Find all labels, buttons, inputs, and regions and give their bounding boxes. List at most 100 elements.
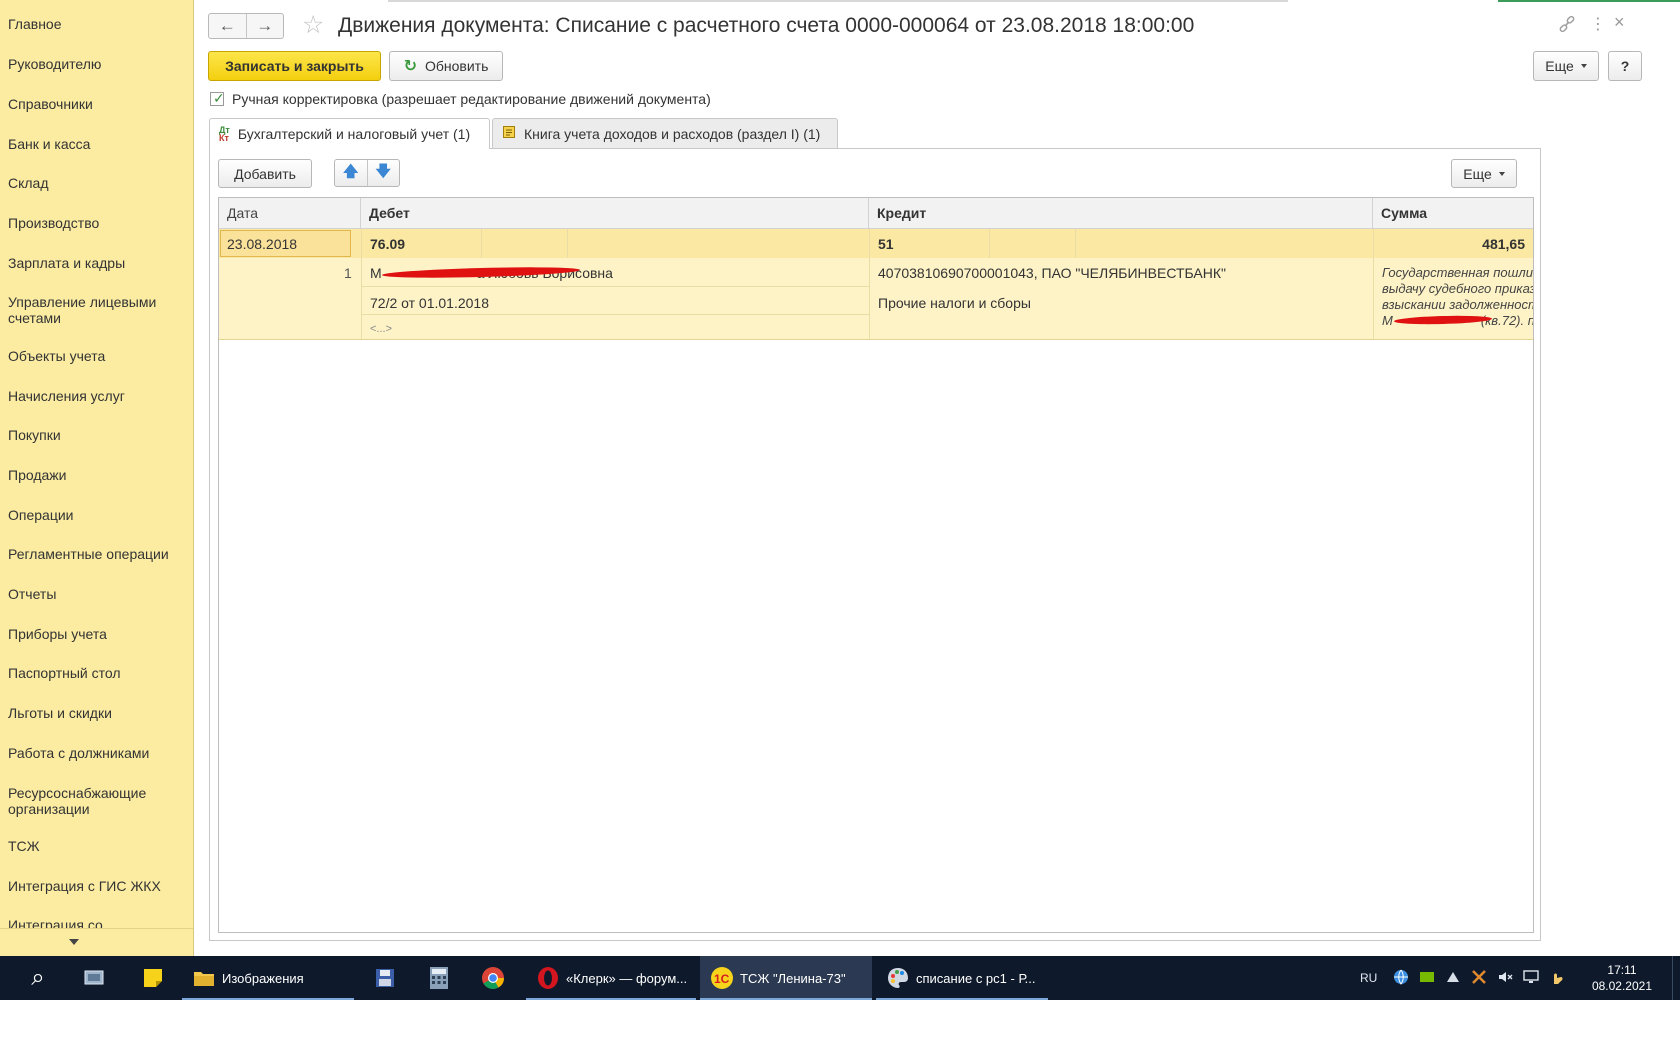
tab-accounting-tax-label: Бухгалтерский и налоговый учет (1) <box>237 126 471 142</box>
taskbar-item-label: Изображения <box>222 970 304 986</box>
debit-account[interactable]: 76.09 <box>370 236 405 252</box>
sidebar-item-sales[interactable]: Продажи <box>8 467 190 483</box>
sidebar-item-warehouse[interactable]: Склад <box>8 175 190 191</box>
sidebar-item-accounting-objects[interactable]: Объекты учета <box>8 348 190 364</box>
tab-accounting-tax[interactable]: Дт Кт Бухгалтерский и налоговый учет (1) <box>209 118 490 149</box>
credit-subconto-cash-flow[interactable]: Прочие налоги и сборы <box>878 295 1031 311</box>
more-vertical-icon[interactable]: ⋮ <box>1590 14 1606 34</box>
row-sum[interactable]: 481,65 <box>1482 236 1525 252</box>
line-number: 1 <box>344 265 352 281</box>
debit-subconto-counterparty-start: М <box>370 265 382 281</box>
show-desktop-button[interactable] <box>1672 956 1680 1000</box>
network-globe-icon[interactable] <box>1393 969 1409 988</box>
sidebar-item-references[interactable]: Справочники <box>8 96 190 112</box>
move-up-icon[interactable]: 🡅 <box>335 160 367 186</box>
window-tabs-strip <box>388 0 1680 5</box>
column-header-sum[interactable]: Сумма <box>1373 198 1533 229</box>
favorite-star-icon[interactable]: ☆ <box>302 11 324 39</box>
back-arrow-icon[interactable]: ← <box>209 14 246 38</box>
dropdown-arrow-icon <box>1498 171 1505 176</box>
debit-subconto-contract[interactable]: 72/2 от 01.01.2018 <box>370 295 489 311</box>
clock-time: 17:11 <box>1607 963 1637 977</box>
sidebar-item-debtors[interactable]: Работа с должниками <box>8 745 190 761</box>
taskbar-explorer-images[interactable]: Изображения <box>182 956 354 1000</box>
sidebar-item-bank-cash[interactable]: Банк и касса <box>8 136 190 152</box>
move-down-icon[interactable]: 🡇 <box>366 160 400 186</box>
panel-more-label: Еще <box>1463 165 1492 182</box>
paint-palette-icon <box>886 966 910 990</box>
sidebar-scroll-down[interactable] <box>0 928 193 956</box>
svg-text:1С: 1С <box>714 972 730 986</box>
sidebar-item-service-charges[interactable]: Начисления услуг <box>8 388 190 404</box>
content-line-2: выдачу судебного приказа о <box>1382 281 1533 296</box>
clock-date: 08.02.2021 <box>1591 979 1652 993</box>
more-actions-button[interactable]: Еще <box>1533 51 1599 81</box>
sidebar-item-gis-integration[interactable]: Интеграция с ГИС ЖКХ <box>8 878 190 894</box>
taskbar-opera-klerk[interactable]: «Клерк» — форум... <box>526 956 696 1000</box>
sidebar-item-meters[interactable]: Приборы учета <box>8 626 190 642</box>
link-icon[interactable] <box>1558 15 1576 38</box>
screen-margin <box>0 1000 1680 1050</box>
clock[interactable]: 17:11 08.02.2021 <box>1592 962 1652 994</box>
sidebar-item-benefits[interactable]: Льготы и скидки <box>8 705 190 721</box>
calculator-icon[interactable] <box>414 956 464 1000</box>
sidebar-item-routine-operations[interactable]: Регламентные операции <box>8 546 190 562</box>
sidebar-item-hoa[interactable]: ТСЖ <box>8 838 190 854</box>
chrome-icon[interactable] <box>468 956 518 1000</box>
device-icon[interactable] <box>1445 969 1461 988</box>
task-view-icon[interactable] <box>70 956 120 1000</box>
column-header-date[interactable]: Дата <box>219 198 361 229</box>
panel-more-button[interactable]: Еще <box>1451 159 1517 188</box>
manual-edit-label: Ручная корректировка (разрешает редактир… <box>232 91 711 107</box>
forward-arrow-icon[interactable]: → <box>245 14 284 38</box>
help-button[interactable]: ? <box>1608 51 1642 81</box>
hand-icon[interactable] <box>1549 969 1565 988</box>
sidebar-item-director[interactable]: Руководителю <box>8 56 190 72</box>
page-title: Движения документа: Списание с расчетног… <box>338 14 1195 37</box>
sidebar-item-reports[interactable]: Отчеты <box>8 586 190 602</box>
refresh-icon: ↻ <box>403 58 417 75</box>
sidebar-item-operations[interactable]: Операции <box>8 507 190 523</box>
debit-credit-icon: Дт Кт <box>219 125 230 143</box>
add-button[interactable]: Добавить <box>218 159 312 188</box>
sidebar-item-production[interactable]: Производство <box>8 215 190 231</box>
refresh-button[interactable]: ↻ Обновить <box>389 51 503 81</box>
sidebar-item-passport-desk[interactable]: Паспортный стол <box>8 665 190 681</box>
sticky-notes-icon[interactable] <box>128 956 178 1000</box>
sidebar-item-main[interactable]: Главное <box>8 16 190 32</box>
manual-edit-checkbox[interactable]: ✓ <box>210 90 225 106</box>
taskbar-item-label: «Клерк» — форум... <box>566 970 688 986</box>
debit-subconto-empty[interactable]: <...> <box>370 323 392 335</box>
credit-account[interactable]: 51 <box>878 236 894 252</box>
taskbar-1c-hoa[interactable]: 1С ТСЖ "Ленина-73" <box>700 956 872 1000</box>
tools-icon[interactable] <box>1471 969 1487 988</box>
sidebar-item-purchases[interactable]: Покупки <box>8 427 190 443</box>
opera-icon <box>536 966 560 990</box>
column-header-credit[interactable]: Кредит <box>869 198 1373 229</box>
display-icon[interactable] <box>1523 969 1540 988</box>
volume-muted-icon[interactable] <box>1497 969 1513 988</box>
more-label: Еще <box>1545 58 1574 74</box>
content-line-1: Государственная пошлина за <box>1382 265 1533 280</box>
taskbar-item-label: списание с рс1 - Р... <box>916 970 1036 986</box>
close-icon[interactable]: × <box>1614 12 1625 33</box>
save-disk-icon[interactable] <box>360 956 410 1000</box>
sidebar-item-personal-accounts[interactable]: Управление лицевыми счетами <box>8 294 190 326</box>
credit-subconto-bank-account[interactable]: 40703810690700001043, ПАО "ЧЕЛЯБИНВЕСТБА… <box>878 265 1226 281</box>
sidebar-item-resource-suppliers[interactable]: Ресурсоснабжающие организации <box>8 785 190 817</box>
refresh-label: Обновить <box>425 58 489 74</box>
sidebar-item-salary[interactable]: Зарплата и кадры <box>8 255 190 271</box>
language-indicator[interactable]: RU <box>1360 971 1377 985</box>
content-line-4-end: (кв.72). по вх.д. ... <box>1480 313 1533 328</box>
taskbar-paint[interactable]: списание с рс1 - Р... <box>876 956 1048 1000</box>
folder-icon <box>192 966 216 990</box>
nvidia-icon[interactable] <box>1419 969 1435 988</box>
1c-logo-icon: 1С <box>710 966 734 990</box>
history-nav: ← → <box>208 13 284 39</box>
search-icon[interactable]: ⌕ <box>14 956 62 1000</box>
column-header-debit[interactable]: Дебет <box>361 198 869 229</box>
tab-income-expense-book[interactable]: Книга учета доходов и расходов (раздел I… <box>492 118 838 148</box>
content-line-4-start: М <box>1382 313 1393 328</box>
dropdown-arrow-icon <box>1580 64 1587 68</box>
save-and-close-button[interactable]: Записать и закрыть <box>208 51 381 81</box>
